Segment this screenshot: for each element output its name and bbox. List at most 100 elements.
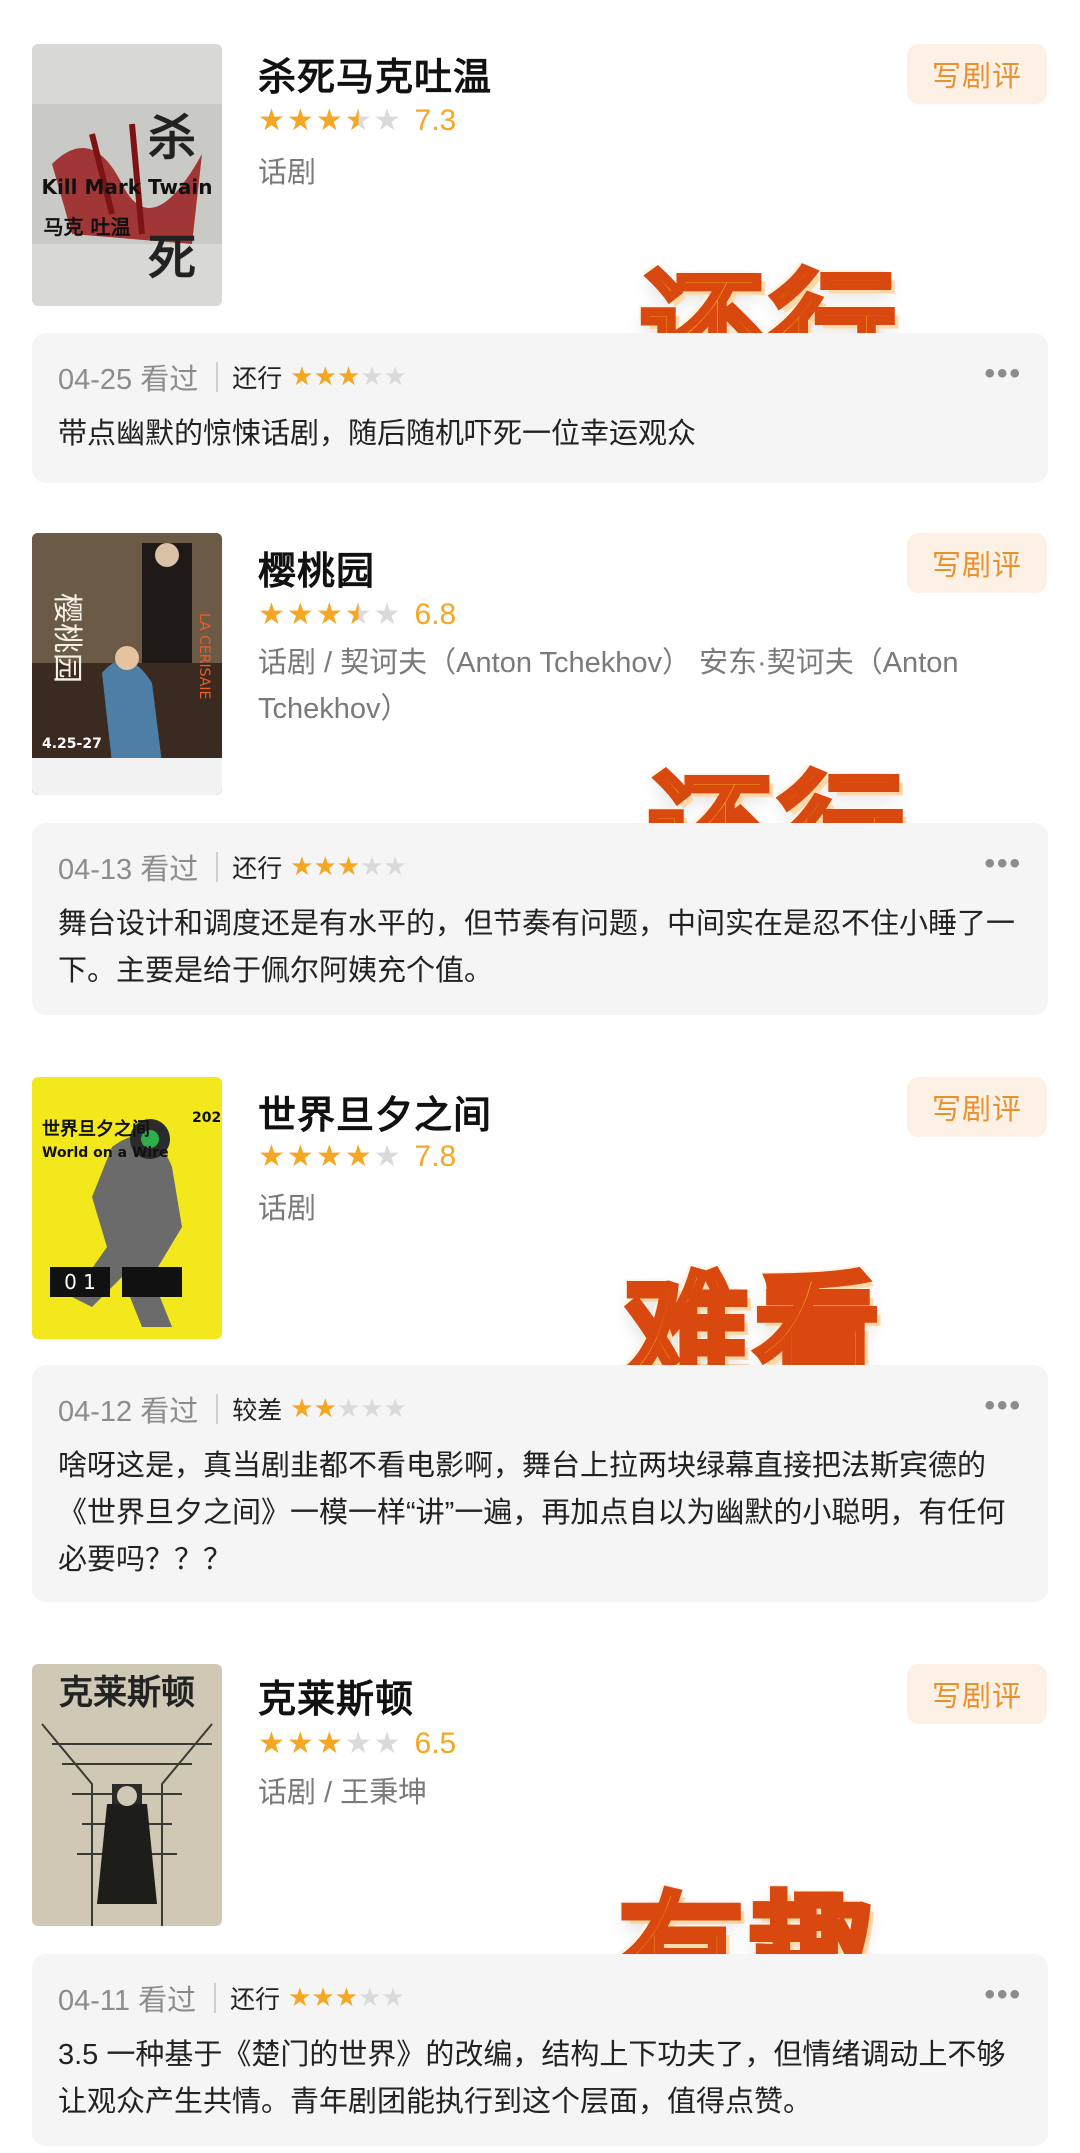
star-rating: ★ ★ ★ ★ ★ 7.3 (258, 104, 456, 138)
divider (214, 1983, 217, 2013)
svg-text:LA CERISAIE: LA CERISAIE (196, 613, 212, 699)
review-header: 04-25 看过 还行 ★ ★ ★ ★ ★ (58, 355, 407, 399)
review-text: 啥呀这是，真当剧韭都不看电影啊，舞台上拉两块绿幕直接把法斯宾德的《世界旦夕之间》… (58, 1450, 1006, 1576)
star-icon: ★ (286, 1726, 314, 1761)
svg-text:克莱斯顿: 克莱斯顿 (59, 1673, 195, 1713)
svg-text:杀: 杀 (148, 110, 196, 166)
show-meta: 话剧 (258, 1193, 317, 1225)
watched-date: 04-13 看过 (58, 854, 199, 886)
empty-star-icon: ★ (360, 1394, 384, 1424)
more-options-icon[interactable]: ••• (984, 847, 1022, 881)
star-icon: ★ (311, 1983, 335, 2013)
score: 7.8 (414, 1140, 457, 1173)
star-icon: ★ (313, 852, 337, 882)
star-icon: ★ (286, 1139, 314, 1174)
review-header: 04-12 看过 较差 ★ ★ ★ ★ ★ (58, 1387, 407, 1431)
more-options-icon[interactable]: ••• (984, 1389, 1022, 1423)
svg-text:死: 死 (148, 230, 196, 286)
show-title[interactable]: 杀死马克吐温 (258, 46, 492, 101)
write-review-button[interactable]: 写剧评 (907, 1664, 1047, 1724)
star-rating: ★ ★ ★ ★ ★ 6.8 (258, 598, 456, 632)
star-icon: ★ (290, 852, 314, 882)
empty-star-icon: ★ (373, 597, 401, 632)
half-star-icon: ★ (344, 597, 372, 632)
score: 6.5 (414, 1727, 457, 1760)
empty-star-icon: ★ (344, 1726, 372, 1761)
user-review-card[interactable]: 04-13 看过 还行 ★ ★ ★ ★ ★ ••• 舞台设计和调度还是有水平的，… (32, 823, 1048, 1015)
empty-star-icon: ★ (383, 1394, 407, 1424)
empty-star-icon: ★ (381, 1983, 405, 2013)
write-review-button[interactable]: 写剧评 (907, 44, 1047, 104)
poster-image[interactable]: 樱桃园 LA CERISAIE 4.25-27 (32, 533, 222, 795)
watched-date: 04-11 看过 (58, 1985, 197, 2017)
user-star-rating: ★ ★ ★ ★ ★ (290, 1396, 407, 1422)
poster-art-icon: 杀 死 Kill Mark Twain 马克 吐温 (32, 44, 222, 306)
empty-star-icon: ★ (360, 852, 384, 882)
poster-art-icon: 樱桃园 LA CERISAIE 4.25-27 (32, 533, 222, 795)
empty-star-icon: ★ (383, 362, 407, 392)
star-icon: ★ (315, 1726, 343, 1761)
write-review-button[interactable]: 写剧评 (907, 533, 1047, 593)
empty-star-icon: ★ (373, 103, 401, 138)
user-star-rating: ★ ★ ★ ★ ★ (288, 1985, 405, 2011)
show-meta: 话剧 / 王秉坤 (258, 1777, 428, 1809)
poster-image[interactable]: 世界旦夕之间 World on a Wire 0 1 2021 (32, 1077, 222, 1339)
watched-date: 04-25 看过 (58, 364, 199, 396)
show-title[interactable]: 克莱斯顿 (258, 1668, 414, 1723)
user-review-card[interactable]: 04-12 看过 较差 ★ ★ ★ ★ ★ ••• 啥呀这是，真当剧韭都不看电影… (32, 1365, 1048, 1602)
user-review-card[interactable]: 04-25 看过 还行 ★ ★ ★ ★ ★ ••• 带点幽默的惊悚话剧，随后随机… (32, 333, 1048, 483)
star-icon: ★ (258, 597, 285, 632)
star-icon: ★ (288, 1983, 312, 2013)
svg-text:马克 吐温: 马克 吐温 (44, 215, 131, 239)
star-icon: ★ (286, 597, 314, 632)
svg-text:0 1: 0 1 (64, 1270, 96, 1294)
rating-label: 还行 (232, 365, 283, 393)
write-review-button[interactable]: 写剧评 (907, 1077, 1047, 1137)
review-text: 带点幽默的惊悚话剧，随后随机吓死一位幸运观众 (58, 418, 697, 450)
svg-text:樱桃园: 樱桃园 (49, 593, 84, 683)
star-icon: ★ (258, 1139, 285, 1174)
more-options-icon[interactable]: ••• (984, 1978, 1022, 2012)
poster-art-icon: 克莱斯顿 (32, 1664, 222, 1926)
show-title[interactable]: 樱桃园 (258, 540, 375, 595)
star-icon: ★ (315, 103, 343, 138)
star-icon: ★ (290, 1394, 314, 1424)
svg-text:Kill Mark Twain: Kill Mark Twain (41, 175, 212, 199)
poster-image[interactable]: 杀 死 Kill Mark Twain 马克 吐温 (32, 44, 222, 306)
score: 6.8 (414, 598, 457, 631)
score: 7.3 (414, 104, 457, 137)
user-star-rating: ★ ★ ★ ★ ★ (290, 854, 407, 880)
divider (216, 1394, 219, 1424)
star-icon: ★ (286, 103, 314, 138)
empty-star-icon: ★ (360, 362, 384, 392)
star-rating: ★ ★ ★ ★ ★ 6.5 (258, 1727, 456, 1761)
star-icon: ★ (258, 103, 285, 138)
star-icon: ★ (315, 1139, 343, 1174)
empty-star-icon: ★ (358, 1983, 382, 2013)
star-icon: ★ (315, 597, 343, 632)
empty-star-icon: ★ (373, 1139, 401, 1174)
svg-text:4.25-27: 4.25-27 (42, 736, 102, 752)
watched-date: 04-12 看过 (58, 1396, 199, 1428)
poster-image[interactable]: 克莱斯顿 (32, 1664, 222, 1926)
review-header: 04-11 看过 还行 ★ ★ ★ ★ ★ (58, 1976, 405, 2020)
user-review-card[interactable]: 04-11 看过 还行 ★ ★ ★ ★ ★ ••• 3.5 一种基于《楚门的世界… (32, 1954, 1048, 2146)
more-options-icon[interactable]: ••• (984, 357, 1022, 391)
show-title[interactable]: 世界旦夕之间 (258, 1084, 492, 1139)
star-rating: ★ ★ ★ ★ ★ 7.8 (258, 1140, 456, 1174)
user-star-rating: ★ ★ ★ ★ ★ (290, 364, 407, 390)
rating-label: 还行 (230, 1986, 281, 2014)
rating-label: 还行 (232, 855, 283, 883)
star-icon: ★ (313, 362, 337, 392)
rating-label: 较差 (232, 1397, 283, 1425)
show-meta: 话剧 (258, 157, 317, 189)
divider (216, 852, 219, 882)
divider (216, 362, 219, 392)
svg-text:2021: 2021 (192, 1110, 222, 1126)
empty-star-icon: ★ (373, 1726, 401, 1761)
star-icon: ★ (336, 852, 361, 882)
half-star-icon: ★ (344, 103, 372, 138)
star-icon: ★ (336, 362, 361, 392)
empty-star-icon: ★ (383, 852, 407, 882)
review-text: 舞台设计和调度还是有水平的，但节奏有问题，中间实在是忍不住小睡了一下。主要是给于… (58, 908, 1016, 987)
